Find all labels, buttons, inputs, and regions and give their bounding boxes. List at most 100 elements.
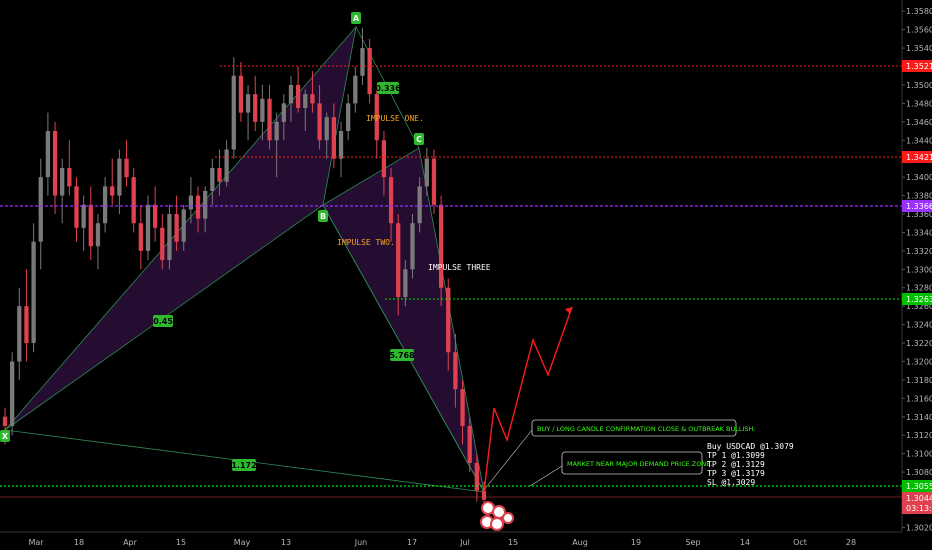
candle-bearish bbox=[310, 94, 315, 104]
point-b[interactable]: B bbox=[318, 210, 328, 222]
point-x-label: X bbox=[2, 432, 9, 441]
candle-bearish bbox=[467, 426, 472, 463]
price-chart[interactable]: X A B C 0.336 0.45 5.768 1.172 IMPULSE O… bbox=[0, 0, 932, 550]
candle-bullish bbox=[346, 103, 351, 132]
price-tag-demand[interactable]: 1.30559 bbox=[902, 480, 932, 492]
candle-bullish bbox=[31, 241, 36, 344]
candle-bullish bbox=[231, 75, 236, 150]
y-tick-label: 1.31800 bbox=[906, 376, 932, 385]
candle-bullish bbox=[224, 149, 229, 182]
x-tick-label: May bbox=[234, 538, 251, 547]
y-tick-label: 1.33000 bbox=[906, 265, 932, 274]
x-tick-label: Apr bbox=[123, 538, 138, 547]
price-tag-resistance-2[interactable]: 1.34213 bbox=[902, 151, 932, 163]
y-tick-label: 1.31400 bbox=[906, 413, 932, 422]
candle-bullish bbox=[281, 103, 286, 122]
candle-bullish bbox=[145, 204, 151, 251]
candle-bearish bbox=[388, 177, 394, 224]
x-tick-label: 15 bbox=[508, 538, 518, 547]
candle-bearish bbox=[396, 223, 401, 297]
candle-bullish bbox=[424, 158, 429, 187]
point-a-label: A bbox=[353, 14, 360, 23]
price-tag-mid-text: 1.33669 bbox=[906, 202, 932, 211]
y-tick-label: 1.34600 bbox=[906, 118, 932, 127]
x-tick-label: 18 bbox=[74, 538, 84, 547]
y-tick-label: 1.33400 bbox=[906, 228, 932, 237]
candle-bullish bbox=[403, 269, 408, 297]
candle-bearish bbox=[174, 214, 179, 242]
candle-bullish bbox=[288, 84, 294, 104]
y-tick-label: 1.33200 bbox=[906, 247, 932, 256]
x-tick-label: Mar bbox=[28, 538, 44, 547]
candle-bullish bbox=[45, 131, 51, 178]
candle-bullish bbox=[417, 186, 422, 224]
price-tag-mid[interactable]: 1.33669 bbox=[902, 200, 932, 212]
candle-bearish bbox=[160, 227, 165, 261]
candle-bearish bbox=[152, 204, 158, 228]
candle-bullish bbox=[81, 204, 86, 228]
candle-bullish bbox=[410, 223, 415, 270]
point-c-label: C bbox=[416, 135, 422, 144]
market-callout-text: MARKET NEAR MAJOR DEMAND PRICE ZONE. bbox=[567, 460, 712, 468]
candle-bullish bbox=[10, 361, 15, 426]
candle-bearish bbox=[460, 389, 465, 426]
point-b-label: B bbox=[320, 212, 326, 221]
candle-bearish bbox=[331, 117, 337, 159]
candle-bullish bbox=[17, 306, 22, 362]
price-tag-demand-text: 1.30559 bbox=[906, 482, 932, 491]
order-line-tp2: TP 2 @1.3129 bbox=[707, 460, 765, 469]
candle-bullish bbox=[260, 98, 265, 122]
x-tick-label: 28 bbox=[846, 538, 856, 547]
point-a[interactable]: A bbox=[351, 12, 361, 24]
candle-bearish bbox=[317, 103, 322, 141]
candle-bearish bbox=[438, 204, 444, 288]
order-line-tp3: TP 3 @1.3179 bbox=[707, 469, 765, 478]
candle-bearish bbox=[453, 352, 458, 390]
order-line-entry: Buy USDCAD @1.3079 bbox=[707, 442, 794, 451]
point-x[interactable]: X bbox=[0, 430, 10, 442]
y-tick-label: 1.30800 bbox=[906, 468, 932, 477]
candle-bearish bbox=[88, 204, 93, 247]
candle-bearish bbox=[381, 140, 387, 178]
y-tick-label: 1.32000 bbox=[906, 357, 932, 366]
x-tick-label: 17 bbox=[407, 538, 417, 547]
candle-bullish bbox=[338, 131, 344, 159]
point-c[interactable]: C bbox=[414, 133, 424, 145]
candle-bearish bbox=[74, 186, 79, 228]
candle-bearish bbox=[2, 416, 8, 426]
impulse-three-label: IMPULSE THREE bbox=[428, 263, 491, 272]
x-tick-label: 14 bbox=[740, 538, 750, 547]
order-line-sl: SL @1.3029 bbox=[707, 478, 755, 487]
candle-bearish bbox=[446, 287, 451, 353]
candle-bullish bbox=[210, 167, 215, 191]
x-tick-label: Oct bbox=[793, 538, 807, 547]
candle-bullish bbox=[245, 94, 251, 113]
x-tick-label: Aug bbox=[572, 538, 588, 547]
buy-callout-text: BUY / LONG CANDLE CONFIRMATION CLOSE & O… bbox=[537, 425, 755, 433]
impulse-two-label: IMPULSE TWO. bbox=[337, 238, 395, 247]
y-tick-label: 1.35000 bbox=[906, 81, 932, 90]
y-tick-label: 1.32400 bbox=[906, 321, 932, 330]
y-tick-label: 1.34400 bbox=[906, 136, 932, 145]
candle-bearish bbox=[110, 186, 115, 196]
price-tag-resistance-1[interactable]: 1.35215 bbox=[902, 60, 932, 72]
y-tick-label: 1.32800 bbox=[906, 284, 932, 293]
impulse-one-label: IMPULSE ONE. bbox=[366, 114, 424, 123]
event-icon-3[interactable] bbox=[502, 512, 514, 524]
event-icon-5[interactable] bbox=[490, 517, 504, 531]
candle-bullish bbox=[167, 214, 172, 261]
candle-bearish bbox=[131, 177, 136, 224]
candle-bullish bbox=[38, 177, 43, 242]
y-tick-label: 1.31600 bbox=[906, 394, 932, 403]
price-axis[interactable]: 1.358001.356001.354001.352001.350001.348… bbox=[902, 7, 932, 532]
price-tag-target[interactable]: 1.32635 bbox=[902, 293, 932, 305]
price-tag-current[interactable]: 1.30449 03:13:50 bbox=[902, 492, 932, 514]
price-tag-countdown-text: 03:13:50 bbox=[906, 504, 932, 513]
candle-bullish bbox=[353, 75, 358, 104]
x-tick-label: 15 bbox=[176, 538, 186, 547]
candle-bullish bbox=[95, 223, 101, 247]
candle-bullish bbox=[303, 94, 308, 108]
x-tick-label: Jun bbox=[354, 538, 368, 547]
x-tick-label: Jul bbox=[459, 538, 470, 547]
ratio-xb: 0.45 bbox=[153, 315, 173, 327]
